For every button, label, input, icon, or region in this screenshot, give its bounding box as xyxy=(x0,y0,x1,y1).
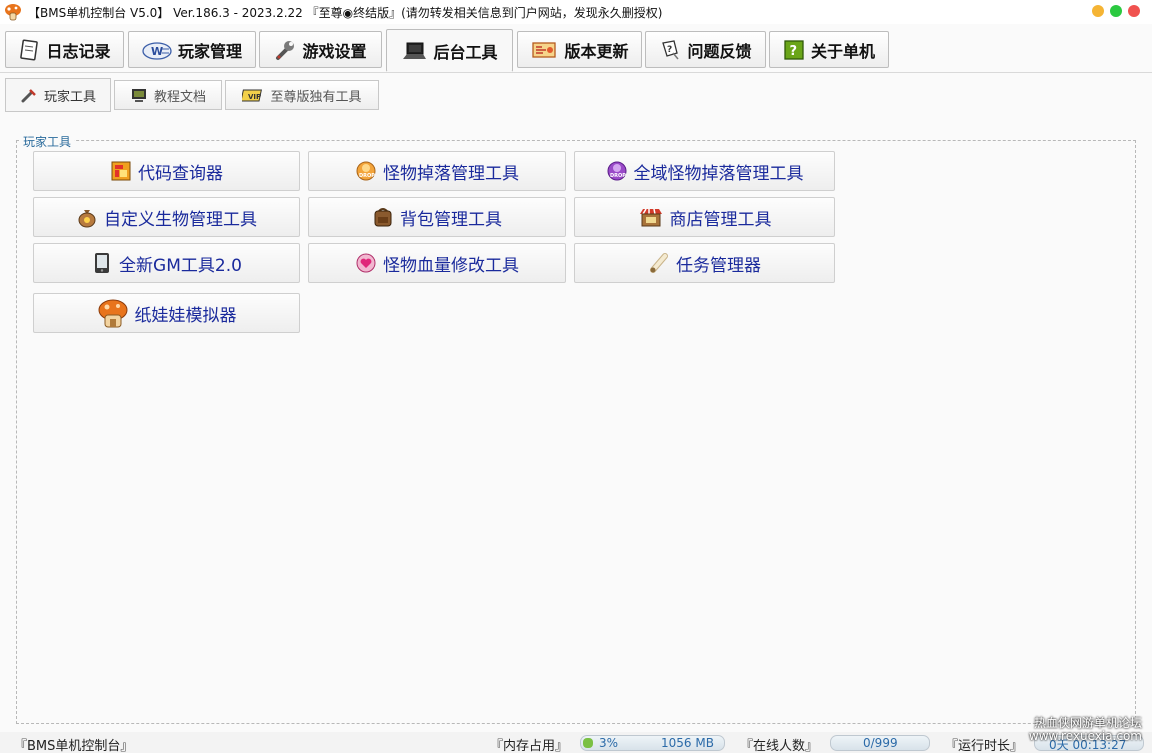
group-legend: 玩家工具 xyxy=(20,133,75,150)
memory-label: 『内存占用』 xyxy=(490,739,569,753)
window-controls xyxy=(1092,5,1140,17)
mushroom-house-icon xyxy=(97,297,129,329)
drop-orange-icon: DROP xyxy=(355,160,377,182)
monster-hp-button[interactable]: 怪物血量修改工具 xyxy=(308,243,566,283)
tab-player-management[interactable]: W 玩家管理 xyxy=(128,31,256,68)
monitor-icon xyxy=(130,87,148,103)
code-query-button[interactable]: 代码查询器 xyxy=(33,151,300,191)
svg-text:W: W xyxy=(151,45,163,58)
wrench-icon xyxy=(274,39,296,61)
online-label: 『在线人数』 xyxy=(740,739,819,753)
memory-fill xyxy=(583,738,593,748)
question-bubble-icon: ? xyxy=(659,39,681,61)
monster-drop-button[interactable]: DROP 怪物掉落管理工具 xyxy=(308,151,566,191)
memory-value: 1056 MB xyxy=(661,736,714,750)
tab-game-settings[interactable]: 游戏设置 xyxy=(259,31,382,68)
tab-about[interactable]: ? 关于单机 xyxy=(769,31,889,68)
gm-tool-button[interactable]: 全新GM工具2.0 xyxy=(33,243,300,283)
svg-text:VIP: VIP xyxy=(248,93,261,101)
quest-scroll-icon xyxy=(648,252,670,274)
quest-manager-button[interactable]: 任务管理器 xyxy=(574,243,835,283)
laptop-icon xyxy=(401,40,427,62)
tab-divider xyxy=(0,72,1152,73)
memory-usage-bar: 3% 1056 MB xyxy=(580,735,725,751)
window-title: 【BMS单机控制台 V5.0】 Ver.186.3 - 2023.2.22 『至… xyxy=(28,5,663,20)
svg-text:?: ? xyxy=(789,44,797,59)
app-window: 【BMS单机控制台 V5.0】 Ver.186.3 - 2023.2.22 『至… xyxy=(0,0,1152,753)
global-monster-drop-button[interactable]: DROP 全域怪物掉落管理工具 xyxy=(574,151,835,191)
word-doc-icon: W xyxy=(142,39,172,61)
svg-text:DROP: DROP xyxy=(610,173,626,179)
close-button[interactable] xyxy=(1128,5,1140,17)
code-grid-icon xyxy=(110,160,132,182)
vip-card-icon: VIP xyxy=(240,87,264,103)
phone-device-icon xyxy=(91,252,113,274)
drop-purple-icon: DROP xyxy=(606,160,628,182)
tab-log[interactable]: 日志记录 xyxy=(5,31,124,68)
money-bag-icon xyxy=(76,206,98,228)
tab-feedback[interactable]: ? 问题反馈 xyxy=(645,31,766,68)
custom-creature-button[interactable]: 自定义生物管理工具 xyxy=(33,197,300,237)
tab-backend-tools[interactable]: 后台工具 xyxy=(386,29,513,72)
maximize-button[interactable] xyxy=(1110,5,1122,17)
watermark: 热血侠网游单机论坛 www.rexuexia.com xyxy=(1028,716,1142,743)
subtab-player-tools[interactable]: 玩家工具 xyxy=(5,78,111,112)
avatar-simulator-button[interactable]: 纸娃娃模拟器 xyxy=(33,293,300,333)
scroll-map-icon xyxy=(530,39,558,61)
backpack-manager-button[interactable]: 背包管理工具 xyxy=(308,197,566,237)
shop-icon xyxy=(638,206,664,228)
subtab-premium-tools[interactable]: VIP 至尊版独有工具 xyxy=(225,80,379,110)
subtab-tutorials[interactable]: 教程文档 xyxy=(114,80,222,110)
status-bar: 『BMS单机控制台』 『内存占用』 3% 1056 MB 『在线人数』 0/99… xyxy=(0,732,1152,753)
svg-text:DROP: DROP xyxy=(359,173,375,179)
title-bar: 【BMS单机控制台 V5.0】 Ver.186.3 - 2023.2.22 『至… xyxy=(0,0,1152,24)
heart-potion-icon xyxy=(355,252,377,274)
backpack-icon xyxy=(372,206,394,228)
help-book-icon: ? xyxy=(783,39,805,61)
status-app-label: 『BMS单机控制台』 xyxy=(14,739,134,753)
tab-version-update[interactable]: 版本更新 xyxy=(517,31,642,68)
minimize-button[interactable] xyxy=(1092,5,1104,17)
memory-percent: 3% xyxy=(599,736,619,750)
mushroom-icon xyxy=(4,3,22,21)
main-tab-bar: 日志记录 W 玩家管理 游戏设置 后台工具 版本更新 ? 问题反馈 ? 关于单机 xyxy=(0,26,1152,72)
svg-text:?: ? xyxy=(667,45,672,55)
online-value: 0/999 xyxy=(863,736,898,750)
runtime-label: 『运行时长』 xyxy=(945,739,1024,753)
shop-manager-button[interactable]: 商店管理工具 xyxy=(574,197,835,237)
tools-icon xyxy=(20,87,38,103)
online-count-bar: 0/999 xyxy=(830,735,930,751)
notebook-icon xyxy=(18,38,40,61)
